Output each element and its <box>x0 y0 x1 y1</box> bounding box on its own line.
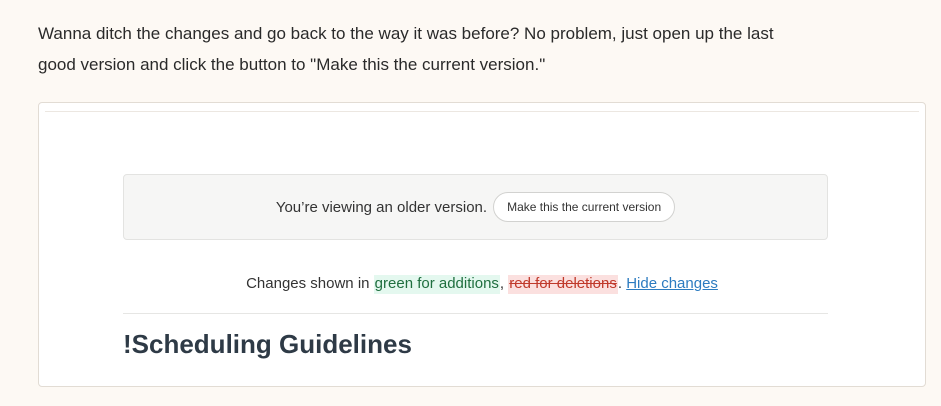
legend-separator: , <box>499 275 509 292</box>
content-divider <box>123 313 828 314</box>
older-version-text: You’re viewing an older version. <box>275 198 488 216</box>
deletions-legend: red for deletions <box>508 275 618 294</box>
additions-legend: green for additions <box>373 275 500 294</box>
changes-prefix: Changes shown in <box>246 275 374 292</box>
screenshot-frame: You’re viewing an older version. Make th… <box>38 102 926 387</box>
changes-legend: Changes shown in green for additions, re… <box>39 275 925 294</box>
frame-divider <box>45 111 919 112</box>
make-current-version-button[interactable]: Make this the current version <box>493 192 676 222</box>
intro-line-2: good version and click the button to "Ma… <box>38 55 546 74</box>
hide-changes-link[interactable]: Hide changes <box>626 275 718 292</box>
older-version-notice: You’re viewing an older version. Make th… <box>123 174 828 240</box>
document-title: !Scheduling Guidelines <box>123 329 412 359</box>
legend-period: . <box>617 275 627 292</box>
intro-paragraph: Wanna ditch the changes and go back to t… <box>38 18 928 80</box>
intro-line-1: Wanna ditch the changes and go back to t… <box>38 24 774 43</box>
